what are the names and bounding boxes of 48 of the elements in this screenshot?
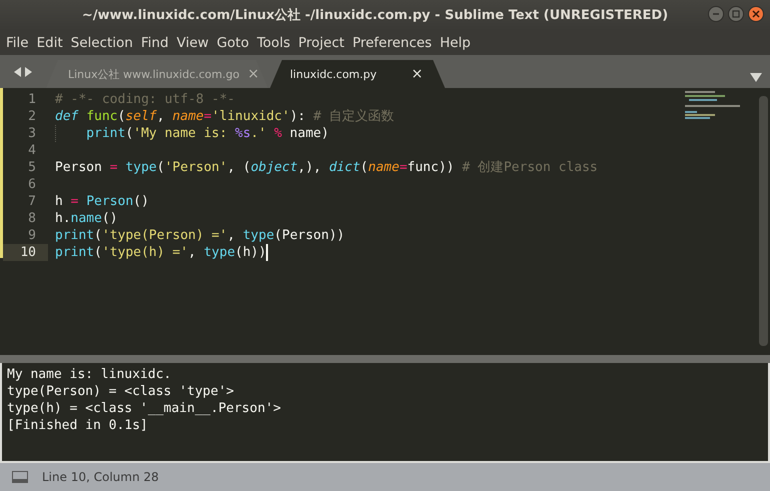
panel-toggle-icon[interactable] [12,471,28,483]
line-number: 2 [27,108,37,125]
code-line: print('My name is: %s.' % name) [86,125,329,142]
line-number: 1 [27,91,37,108]
output-line: type(h) = <class '__main__.Person'> [7,400,282,417]
maximize-button[interactable] [728,6,744,22]
line-number: 4 [27,142,37,159]
menu-item[interactable]: View [172,34,213,50]
minimize-button[interactable] [708,6,724,22]
menu-item[interactable]: Edit [32,34,67,50]
menu-item[interactable]: Preferences [348,34,436,50]
menu-item[interactable]: Help [436,34,475,50]
cursor-position: Line 10, Column 28 [42,470,159,484]
line-number: 9 [27,227,37,244]
menu-item[interactable]: Tools [252,34,294,50]
window-title: ~/www.linuxidc.com/Linux公社 -/linuxidc.com.py - Sublime Text (UNREGISTERED) [82,7,668,24]
code-line: print('type(h) =', type(h)) [55,244,266,261]
code-line: h.name() [55,210,118,227]
output-line: My name is: linuxidc. [7,366,172,383]
file-tab[interactable]: linuxidc.com.py × [270,60,445,88]
code-line: def func(self, name='linuxidc'): # 自定义函数 [55,108,394,125]
text-cursor [266,244,268,261]
menu-item[interactable]: Find [136,34,173,50]
minimap-drawing [685,90,740,120]
line-number: 6 [27,176,37,193]
output-line: [Finished in 0.1s] [7,417,149,434]
line-number: 10 [3,244,48,261]
dropdown-triangle-icon[interactable] [750,73,762,82]
menu-item[interactable]: File [2,34,33,50]
code-line: Person = type('Person', (object,), dict(name=func)) # 创建Person class [55,159,598,176]
line-number: 5 [27,159,37,176]
left-arrow-icon[interactable] [14,66,21,76]
line-number: 8 [27,210,37,227]
close-icon [752,10,760,18]
tab-close-button[interactable]: × [411,66,423,82]
menu-item[interactable]: Goto [212,34,253,50]
maximize-icon [732,10,740,18]
code-line: # -*- coding: utf-8 -*- [55,91,236,108]
line-number: 3 [27,125,37,142]
menu-item[interactable]: Selection [66,34,137,50]
right-arrow-icon[interactable] [25,66,32,76]
code-line: print('type(Person) =', type(Person)) [55,227,345,244]
menu-item[interactable]: Project [294,34,348,50]
scrollbar[interactable] [759,96,768,346]
code-line: h = Person() [55,193,149,210]
line-number: 7 [27,193,37,210]
output-line: type(Person) = <class 'type'> [7,383,235,400]
close-button[interactable] [748,6,764,22]
